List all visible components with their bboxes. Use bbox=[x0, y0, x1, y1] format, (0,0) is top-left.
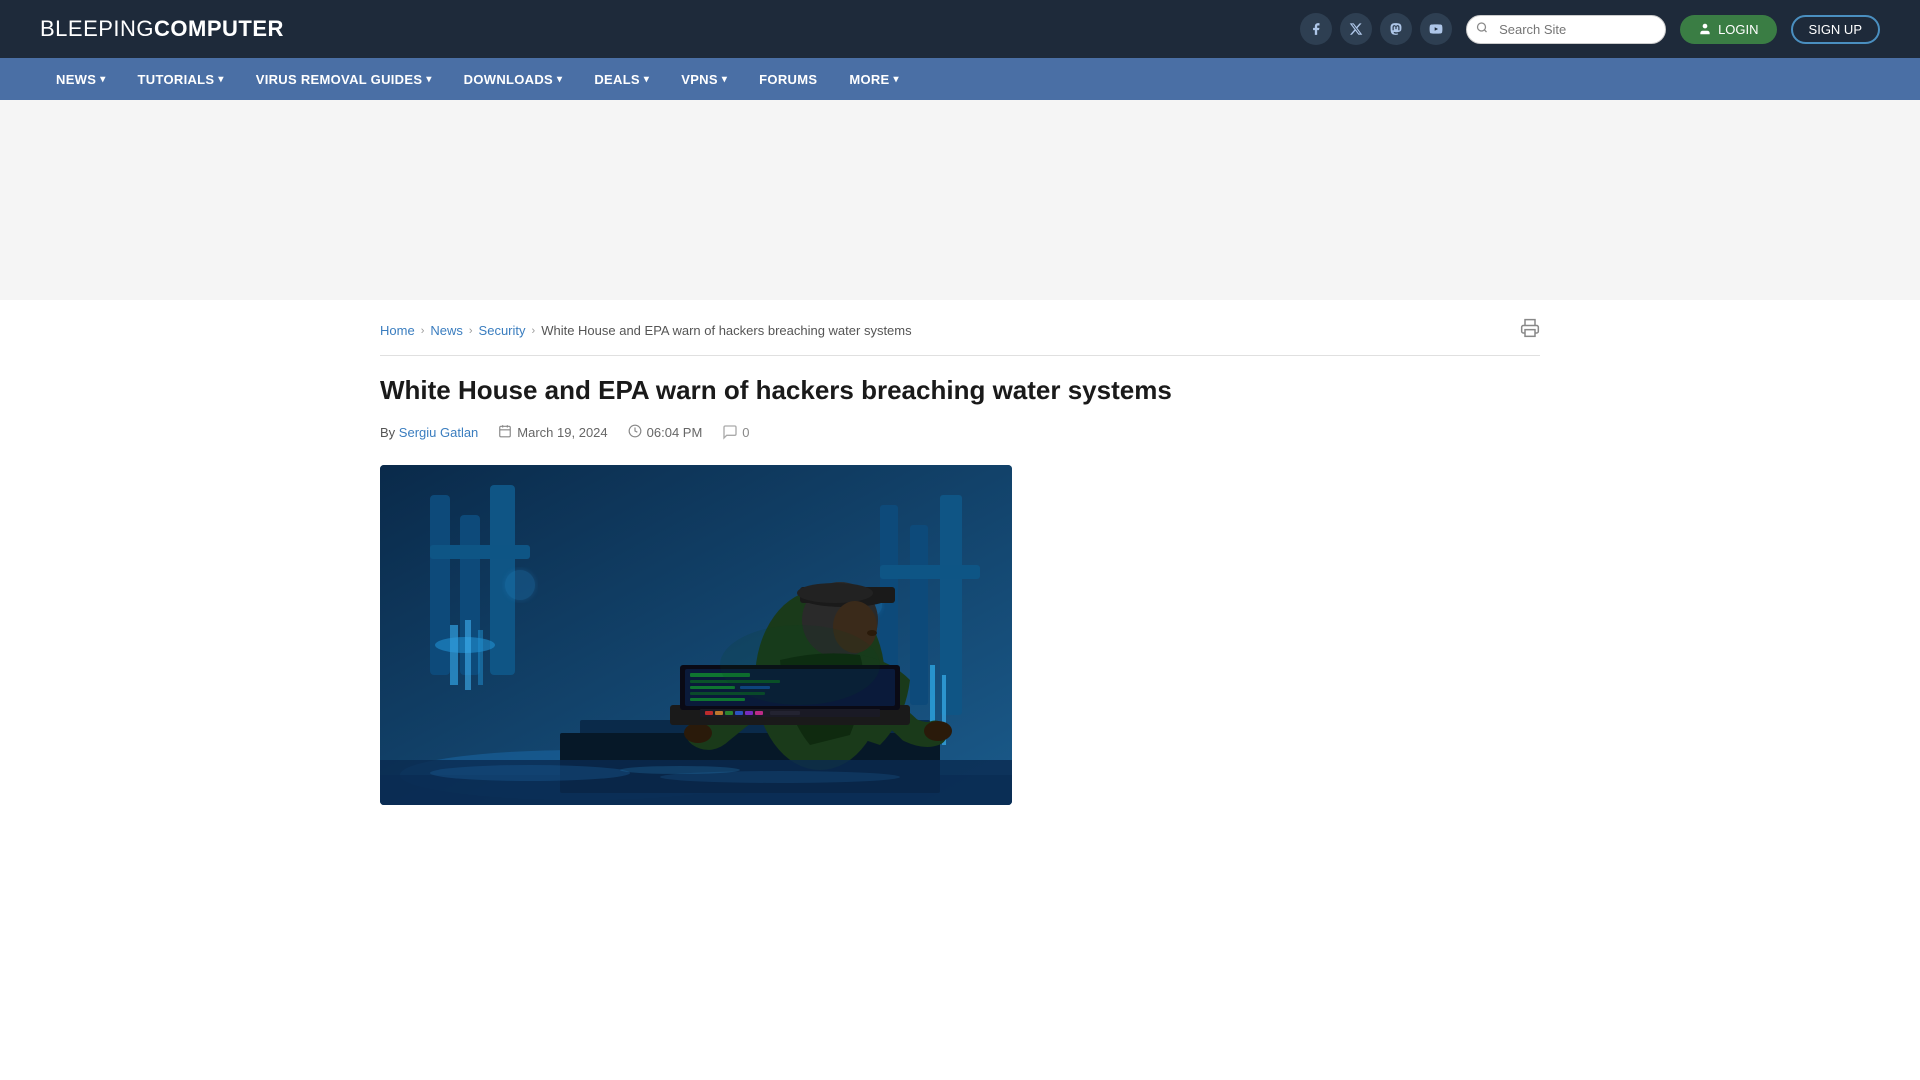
user-icon bbox=[1698, 22, 1712, 36]
logo-first: BLEEPING bbox=[40, 16, 154, 41]
breadcrumb-security[interactable]: Security bbox=[479, 323, 526, 338]
search-icon bbox=[1476, 22, 1488, 37]
article-date-text: March 19, 2024 bbox=[517, 425, 607, 440]
facebook-icon[interactable] bbox=[1300, 13, 1332, 45]
nav-virus-removal[interactable]: VIRUS REMOVAL GUIDES ▾ bbox=[240, 58, 448, 100]
breadcrumb-actions bbox=[1520, 318, 1540, 343]
signup-button[interactable]: SIGN UP bbox=[1791, 15, 1880, 44]
calendar-icon bbox=[498, 424, 512, 441]
main-container: Home › News › Security › White House and… bbox=[360, 300, 1560, 829]
signup-label: SIGN UP bbox=[1809, 22, 1862, 37]
breadcrumb-sep-2: › bbox=[469, 325, 473, 337]
site-header: BLEEPINGCOMPUTER LOGIN bbox=[0, 0, 1920, 58]
nav-tutorials[interactable]: TUTORIALS ▾ bbox=[122, 58, 240, 100]
youtube-icon[interactable] bbox=[1420, 13, 1452, 45]
main-nav: NEWS ▾ TUTORIALS ▾ VIRUS REMOVAL GUIDES … bbox=[0, 58, 1920, 100]
twitter-icon[interactable] bbox=[1340, 13, 1372, 45]
comments-count[interactable]: 0 bbox=[722, 424, 749, 440]
sidebar bbox=[1240, 356, 1540, 829]
nav-more[interactable]: MORE ▾ bbox=[833, 58, 915, 100]
author-link[interactable]: Sergiu Gatlan bbox=[399, 425, 479, 440]
nav-deals[interactable]: DEALS ▾ bbox=[578, 58, 665, 100]
article-time: 06:04 PM bbox=[628, 424, 703, 441]
ad-banner bbox=[0, 100, 1920, 300]
article-title: White House and EPA warn of hackers brea… bbox=[380, 374, 1210, 408]
breadcrumb-news[interactable]: News bbox=[430, 323, 463, 338]
site-logo[interactable]: BLEEPINGCOMPUTER bbox=[40, 16, 284, 42]
nav-forums[interactable]: FORUMS bbox=[743, 58, 833, 100]
chevron-down-icon: ▾ bbox=[218, 74, 223, 85]
article-image-container bbox=[380, 465, 1210, 805]
nav-vpns[interactable]: VPNS ▾ bbox=[665, 58, 743, 100]
mastodon-icon[interactable] bbox=[1380, 13, 1412, 45]
content-layout: White House and EPA warn of hackers brea… bbox=[380, 356, 1540, 829]
search-box bbox=[1466, 15, 1666, 44]
breadcrumb-home[interactable]: Home bbox=[380, 323, 415, 338]
search-input[interactable] bbox=[1466, 15, 1666, 44]
clock-icon bbox=[628, 424, 642, 441]
header-right: LOGIN SIGN UP bbox=[1300, 13, 1880, 45]
article-date: March 19, 2024 bbox=[498, 424, 607, 441]
chevron-down-icon: ▾ bbox=[644, 74, 649, 85]
nav-downloads[interactable]: DOWNLOADS ▾ bbox=[448, 58, 579, 100]
login-button[interactable]: LOGIN bbox=[1680, 15, 1776, 44]
chevron-down-icon: ▾ bbox=[894, 74, 899, 85]
print-icon[interactable] bbox=[1520, 322, 1540, 342]
nav-news[interactable]: NEWS ▾ bbox=[40, 58, 122, 100]
chevron-down-icon: ▾ bbox=[426, 74, 431, 85]
article-body: White House and EPA warn of hackers brea… bbox=[380, 356, 1210, 829]
logo-second: COMPUTER bbox=[154, 16, 284, 41]
article-meta: By Sergiu Gatlan March 19, 2024 06:04 PM bbox=[380, 424, 1210, 441]
comments-number: 0 bbox=[742, 425, 749, 440]
article-image bbox=[380, 465, 1012, 805]
social-icons bbox=[1300, 13, 1452, 45]
article-time-text: 06:04 PM bbox=[647, 425, 703, 440]
chevron-down-icon: ▾ bbox=[100, 74, 105, 85]
article-hero-image bbox=[380, 465, 1012, 805]
article-author: By Sergiu Gatlan bbox=[380, 425, 478, 440]
breadcrumb-sep-3: › bbox=[532, 325, 536, 337]
breadcrumb: Home › News › Security › White House and… bbox=[380, 300, 1540, 356]
comments-icon bbox=[722, 424, 738, 440]
chevron-down-icon: ▾ bbox=[722, 74, 727, 85]
breadcrumb-current: White House and EPA warn of hackers brea… bbox=[541, 323, 911, 338]
chevron-down-icon: ▾ bbox=[557, 74, 562, 85]
login-label: LOGIN bbox=[1718, 22, 1758, 37]
breadcrumb-sep-1: › bbox=[421, 325, 425, 337]
